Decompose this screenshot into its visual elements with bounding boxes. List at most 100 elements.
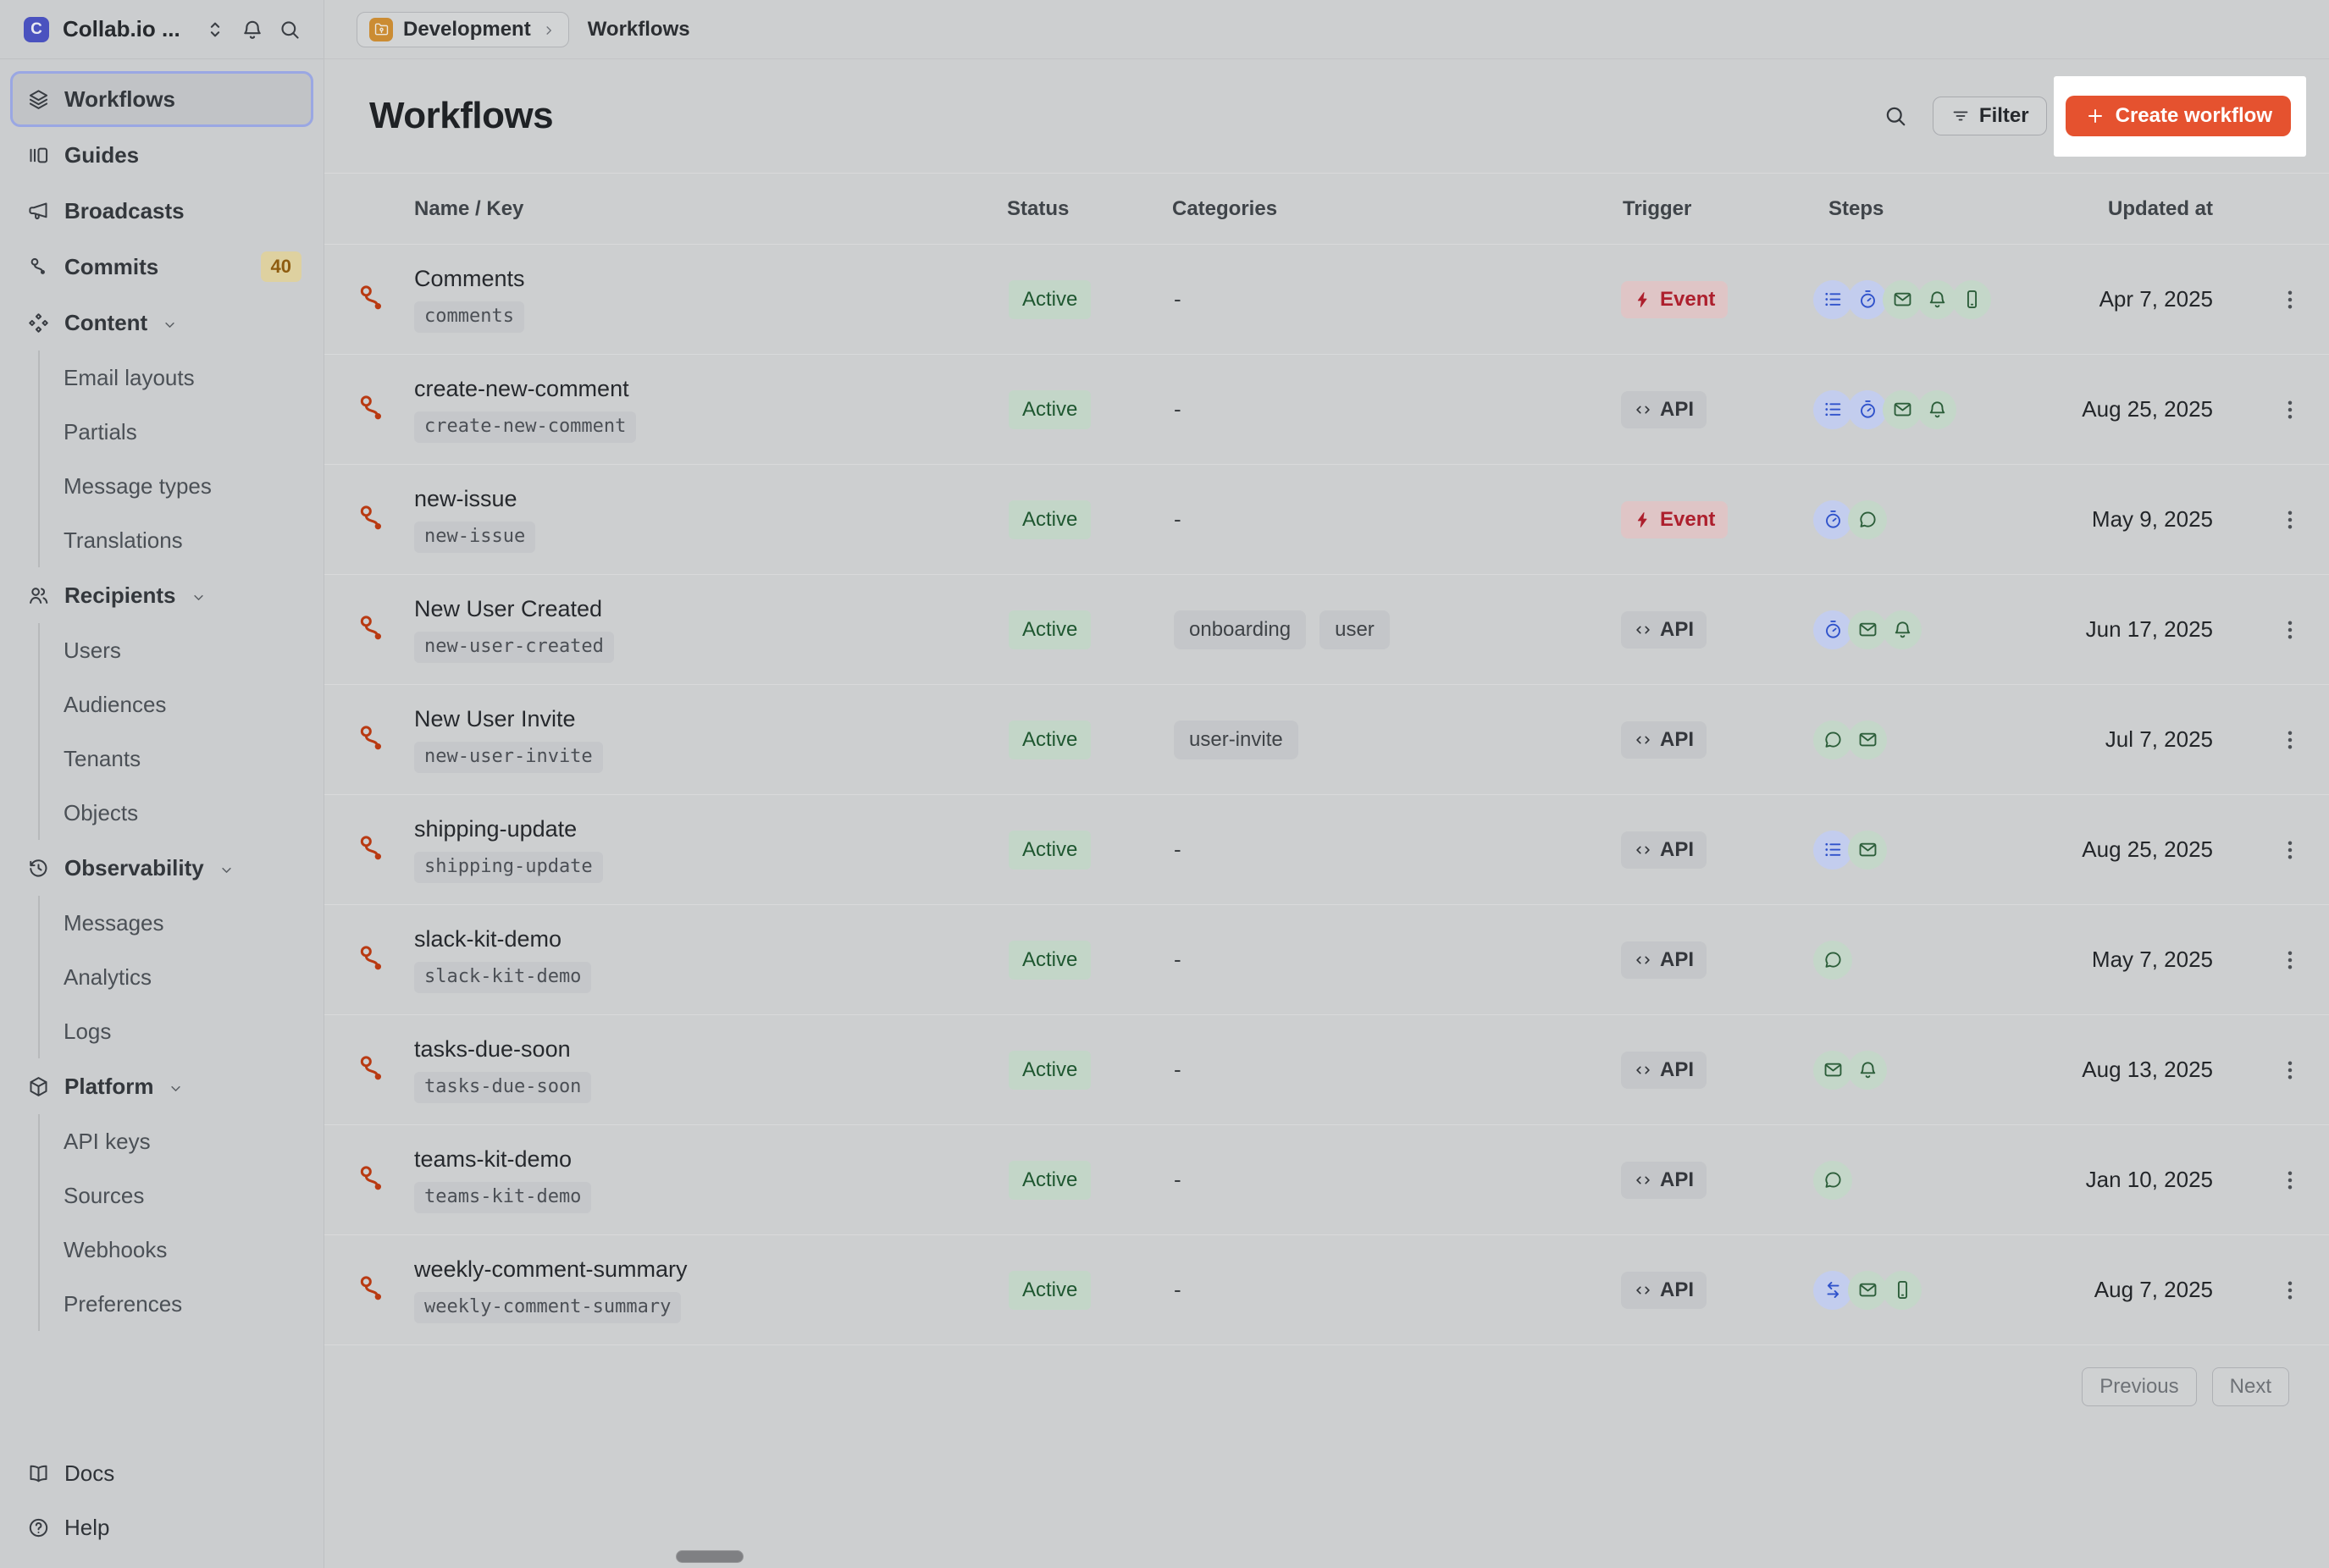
trigger-cell: API <box>1621 391 1813 428</box>
sidebar-subgroup: API keysSourcesWebhooksPreferences <box>38 1114 313 1331</box>
environment-switcher[interactable]: Development <box>357 12 569 47</box>
row-menu-button[interactable] <box>2271 1162 2309 1199</box>
row-menu-button[interactable] <box>2271 1052 2309 1089</box>
sidebar-item-label: Platform <box>64 1074 153 1100</box>
sidebar-subitem-partials[interactable]: Partials <box>64 405 313 459</box>
sidebar-subitem-tenants[interactable]: Tenants <box>64 732 313 786</box>
workflow-row[interactable]: New User Creatednew-user-createdActiveon… <box>324 575 2329 685</box>
step-icon-email <box>1883 280 1922 319</box>
row-menu-button[interactable] <box>2271 721 2309 759</box>
status-cell: Active <box>1002 1271 1169 1310</box>
workflow-name-cell: shipping-updateshipping-update <box>324 816 1002 882</box>
sidebar-subitem-preferences[interactable]: Preferences <box>64 1277 313 1331</box>
status-badge: Active <box>1009 280 1091 319</box>
workflow-row[interactable]: slack-kit-demoslack-kit-demoActive-APIMa… <box>324 905 2329 1015</box>
previous-page-button[interactable]: Previous <box>2082 1367 2196 1406</box>
sidebar-subitem-message-types[interactable]: Message types <box>64 459 313 513</box>
account-switcher-icon[interactable] <box>203 18 227 41</box>
trigger-cell: API <box>1621 611 1813 649</box>
workflow-row[interactable]: shipping-updateshipping-updateActive-API… <box>324 795 2329 905</box>
workflow-row[interactable]: create-new-commentcreate-new-commentActi… <box>324 355 2329 465</box>
trigger-cell: Event <box>1621 281 1813 318</box>
workflow-icon <box>355 1162 389 1196</box>
notifications-bell-icon[interactable] <box>241 18 264 41</box>
workflow-name-cell: slack-kit-demoslack-kit-demo <box>324 926 1002 992</box>
categories-cell: - <box>1169 1167 1621 1193</box>
sidebar-search-icon[interactable] <box>278 18 301 41</box>
filter-button[interactable]: Filter <box>1933 97 2047 135</box>
sidebar-item-recipients[interactable]: Recipients <box>10 567 313 623</box>
sidebar-subitem-sources[interactable]: Sources <box>64 1168 313 1223</box>
sidebar-item-broadcasts[interactable]: Broadcasts <box>10 183 313 239</box>
sidebar-subitem-api-keys[interactable]: API keys <box>64 1114 313 1168</box>
trigger-badge-api: API <box>1621 1162 1707 1199</box>
sidebar-item-label: Docs <box>64 1460 114 1487</box>
updated-at-cell: Jan 10, 2025 <box>2069 1167 2217 1193</box>
create-workflow-button[interactable]: Create workflow <box>2066 96 2291 136</box>
workflow-name-cell: New User Creatednew-user-created <box>324 596 1002 662</box>
updated-at-cell: Aug 25, 2025 <box>2069 396 2217 422</box>
sidebar-subitem-messages[interactable]: Messages <box>64 896 313 950</box>
search-icon[interactable] <box>1878 99 1912 133</box>
sidebar-item-label: Guides <box>64 142 139 168</box>
sidebar-item-workflows[interactable]: Workflows <box>10 71 313 127</box>
workflow-row[interactable]: new-issuenew-issueActive-EventMay 9, 202… <box>324 465 2329 575</box>
step-icon-timer <box>1848 390 1887 429</box>
sidebar-subitem-translations[interactable]: Translations <box>64 513 313 567</box>
row-menu-button[interactable] <box>2271 391 2309 428</box>
sidebar-subitem-objects[interactable]: Objects <box>64 786 313 840</box>
spotlight-highlight: Create workflow <box>2054 76 2306 157</box>
sidebar-subitem-analytics[interactable]: Analytics <box>64 950 313 1004</box>
next-page-button[interactable]: Next <box>2212 1367 2289 1406</box>
trigger-badge-api: API <box>1621 831 1707 869</box>
row-menu-button[interactable] <box>2271 611 2309 649</box>
row-menu-button[interactable] <box>2271 831 2309 869</box>
status-cell: Active <box>1002 1161 1169 1200</box>
row-menu-button[interactable] <box>2271 501 2309 538</box>
app-logo: C <box>24 17 49 42</box>
sidebar-item-help[interactable]: Help <box>10 1500 313 1554</box>
status-badge: Active <box>1009 1161 1091 1200</box>
guides-icon <box>27 144 50 167</box>
sidebar-item-docs[interactable]: Docs <box>10 1446 313 1500</box>
workflow-row[interactable]: weekly-comment-summaryweekly-comment-sum… <box>324 1235 2329 1345</box>
sidebar-item-guides[interactable]: Guides <box>10 127 313 183</box>
status-badge: Active <box>1009 831 1091 870</box>
sidebar-subitem-users[interactable]: Users <box>64 623 313 677</box>
sidebar-subgroup: Email layoutsPartialsMessage typesTransl… <box>38 351 313 567</box>
workflow-row[interactable]: teams-kit-demoteams-kit-demoActive-APIJa… <box>324 1125 2329 1235</box>
workflow-row[interactable]: tasks-due-soontasks-due-soonActive-APIAu… <box>324 1015 2329 1125</box>
sidebar-subitem-logs[interactable]: Logs <box>64 1004 313 1058</box>
row-menu-button[interactable] <box>2271 1272 2309 1309</box>
code-icon <box>1634 621 1652 639</box>
trigger-badge-event: Event <box>1621 281 1728 318</box>
category-chip: onboarding <box>1174 610 1306 649</box>
workflow-key: comments <box>414 301 524 332</box>
updated-at-cell: Aug 13, 2025 <box>2069 1057 2217 1083</box>
categories-cell: - <box>1169 286 1621 312</box>
step-icon-bell <box>1917 280 1956 319</box>
horizontal-scrollbar-thumb[interactable] <box>676 1550 744 1563</box>
updated-at-cell: Aug 25, 2025 <box>2069 836 2217 863</box>
commits-count-badge: 40 <box>261 251 301 282</box>
workflow-row[interactable]: CommentscommentsActive-EventApr 7, 2025 <box>324 245 2329 355</box>
workflow-key: new-user-invite <box>414 742 603 772</box>
account-name[interactable]: Collab.io ... <box>63 16 190 42</box>
steps-cell <box>1813 831 2069 870</box>
pagination: Previous Next <box>324 1345 2329 1406</box>
workflow-row[interactable]: New User Invitenew-user-inviteActiveuser… <box>324 685 2329 795</box>
sidebar-item-observability[interactable]: Observability <box>10 840 313 896</box>
sidebar-item-content[interactable]: Content <box>10 295 313 351</box>
workflow-icon <box>355 1052 389 1086</box>
workflow-key: slack-kit-demo <box>414 962 591 992</box>
row-menu-button[interactable] <box>2271 281 2309 318</box>
sidebar-item-platform[interactable]: Platform <box>10 1058 313 1114</box>
step-icon-email <box>1848 610 1887 649</box>
workflow-icon <box>355 502 389 536</box>
step-icon-email <box>1848 1271 1887 1310</box>
row-menu-button[interactable] <box>2271 941 2309 979</box>
sidebar-subitem-webhooks[interactable]: Webhooks <box>64 1223 313 1277</box>
sidebar-subitem-audiences[interactable]: Audiences <box>64 677 313 732</box>
sidebar-item-commits[interactable]: Commits40 <box>10 239 313 295</box>
sidebar-subitem-email-layouts[interactable]: Email layouts <box>64 351 313 405</box>
